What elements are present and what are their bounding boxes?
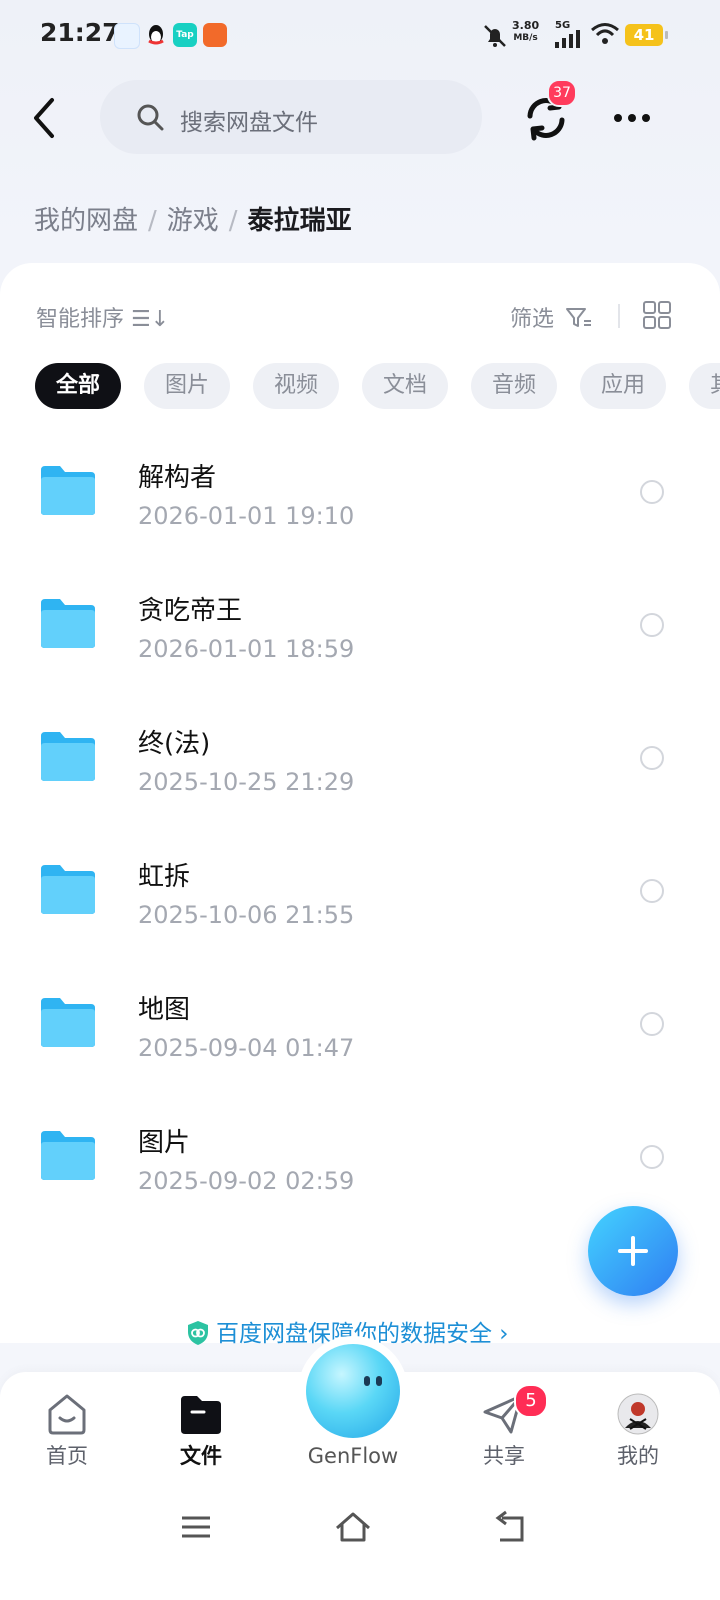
- home-outline-icon: [336, 1512, 370, 1542]
- category-chips: 全部图片视频文档音频应用其他: [35, 363, 720, 411]
- nav-share-label: 共享: [483, 1444, 525, 1468]
- list-item[interactable]: 解构者 2026-01-01 19:10: [0, 442, 720, 575]
- genflow-button[interactable]: [306, 1344, 400, 1438]
- file-date: 2025-10-25 21:29: [138, 768, 355, 796]
- search-input[interactable]: 搜索网盘文件: [100, 80, 482, 154]
- folder-icon: [41, 865, 95, 914]
- select-radio[interactable]: [640, 1012, 664, 1036]
- baidu-netdisk-icon: [114, 23, 140, 49]
- breadcrumb-item-my-netdisk[interactable]: 我的网盘: [34, 200, 138, 237]
- folder-filled-icon: [181, 1396, 221, 1434]
- folder-icon: [41, 1131, 95, 1180]
- file-date: 2026-01-01 18:59: [138, 635, 355, 663]
- folder-icon: [41, 466, 95, 515]
- bell-muted-icon: [484, 25, 506, 47]
- filter-icon: [566, 308, 592, 327]
- chip-images[interactable]: 图片: [144, 363, 230, 409]
- home-icon: [48, 1394, 86, 1435]
- file-name: 终(法): [138, 729, 211, 759]
- chip-other[interactable]: 其他: [689, 363, 720, 409]
- grid-view-icon: [643, 301, 671, 329]
- file-date: 2026-01-01 19:10: [138, 502, 355, 530]
- list-item[interactable]: 终(法) 2025-10-25 21:29: [0, 708, 720, 841]
- menu-icon: [182, 1516, 210, 1538]
- chip-videos[interactable]: 视频: [253, 363, 339, 409]
- add-button[interactable]: [588, 1206, 678, 1296]
- file-date: 2025-09-04 01:47: [138, 1034, 355, 1062]
- battery-indicator: 41: [625, 24, 668, 46]
- chip-documents[interactable]: 文档: [362, 363, 448, 409]
- back-button[interactable]: [26, 96, 66, 140]
- network-speed: 3.80 MB/s: [512, 19, 540, 44]
- more-horizontal-icon: [614, 114, 650, 122]
- wifi-icon: [591, 23, 619, 44]
- share-count-badge: 5: [514, 1384, 548, 1418]
- system-back-button[interactable]: [490, 1510, 530, 1544]
- select-radio[interactable]: [640, 613, 664, 637]
- qq-icon: [144, 23, 168, 47]
- file-name: 图片: [138, 1128, 191, 1158]
- more-options-button[interactable]: [608, 104, 656, 132]
- list-item[interactable]: 贪吃帝王 2026-01-01 18:59: [0, 575, 720, 708]
- nav-files-label: 文件: [180, 1444, 222, 1468]
- chevron-left-icon: [34, 98, 54, 138]
- chip-all[interactable]: 全部: [35, 363, 121, 409]
- back-return-icon: [495, 1510, 524, 1542]
- nav-home-label: 首页: [46, 1444, 88, 1468]
- file-name: 解构者: [138, 463, 217, 493]
- filter-button[interactable]: 筛选: [510, 301, 593, 333]
- nav-home[interactable]: 首页: [27, 1392, 107, 1470]
- chip-apps[interactable]: 应用: [580, 363, 666, 409]
- system-home-button[interactable]: [333, 1510, 373, 1544]
- toolbar-divider: [618, 304, 620, 328]
- status-bar: 21:27 Tap 3.80 MB/s 5G 41: [0, 0, 720, 70]
- file-name: 虹拆: [138, 862, 191, 892]
- select-radio[interactable]: [640, 1145, 664, 1169]
- taptap-icon: Tap: [173, 23, 197, 47]
- breadcrumb-current: 泰拉瑞亚: [247, 206, 352, 236]
- file-name: 地图: [138, 995, 191, 1025]
- folder-icon: [41, 998, 95, 1047]
- sync-count-badge: 37: [547, 79, 577, 107]
- tool-app-icon: [203, 23, 227, 47]
- file-date: 2025-10-06 21:55: [138, 901, 355, 929]
- system-menu-button[interactable]: [176, 1510, 216, 1544]
- chip-audio[interactable]: 音频: [471, 363, 557, 409]
- shield-icon: [188, 1321, 208, 1345]
- nav-mine[interactable]: 我的: [598, 1392, 678, 1470]
- folder-icon: [41, 732, 95, 781]
- search-placeholder: 搜索网盘文件: [180, 110, 318, 136]
- list-item[interactable]: 地图 2025-09-04 01:47: [0, 974, 720, 1107]
- breadcrumb-item-games[interactable]: 游戏: [167, 200, 219, 237]
- security-banner[interactable]: 百度网盘保障你的数据安全 ›: [186, 1314, 509, 1348]
- search-icon: [137, 104, 164, 131]
- breadcrumb-separator: /: [228, 206, 238, 236]
- filter-label: 筛选: [510, 307, 555, 332]
- grid-view-button[interactable]: [642, 300, 672, 330]
- file-name: 贪吃帝王: [138, 596, 243, 626]
- breadcrumb: 我的网盘 / 游戏 / 泰拉瑞亚: [34, 200, 352, 237]
- file-date: 2025-09-02 02:59: [138, 1167, 355, 1195]
- genflow-label: GenFlow: [307, 1444, 399, 1468]
- folder-icon: [41, 599, 95, 648]
- list-item[interactable]: 虹拆 2025-10-06 21:55: [0, 841, 720, 974]
- breadcrumb-separator: /: [148, 206, 157, 236]
- security-banner-text: 百度网盘保障你的数据安全 ›: [216, 1321, 509, 1347]
- select-radio[interactable]: [640, 879, 664, 903]
- avatar: [617, 1393, 659, 1435]
- select-radio[interactable]: [640, 746, 664, 770]
- sort-button[interactable]: 智能排序 ☰↓: [36, 301, 169, 333]
- genflow-eye-right: [376, 1376, 382, 1386]
- signal-icon: [555, 30, 580, 48]
- nav-files[interactable]: 文件: [161, 1392, 241, 1470]
- select-radio[interactable]: [640, 480, 664, 504]
- status-time: 21:27: [40, 18, 120, 47]
- genflow-eye-left: [364, 1376, 370, 1386]
- nav-mine-label: 我的: [617, 1444, 659, 1468]
